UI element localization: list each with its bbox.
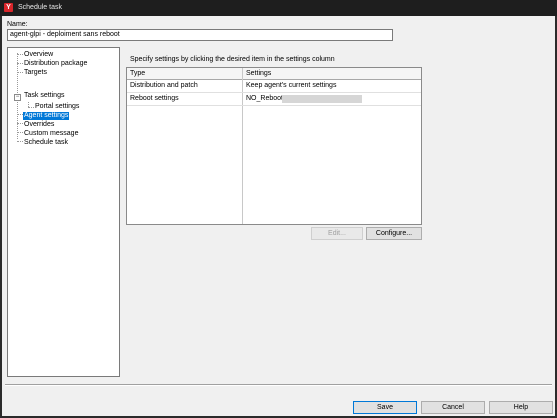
footer-divider [5,384,552,386]
column-header-type[interactable]: Type [130,69,145,78]
tree-item-task-settings[interactable]: Task settings [23,92,65,100]
tree-item-targets[interactable]: Targets [23,69,48,77]
edit-button[interactable]: Edit... [311,227,363,240]
grid-header: Type Settings [127,68,421,80]
save-button[interactable]: Save [353,401,417,414]
dialog-body: Name: agent-glpi - deploiment sans reboo… [2,16,555,416]
column-header-settings[interactable]: Settings [246,69,271,78]
instruction-text: Specify settings by clicking the desired… [130,56,335,63]
table-row[interactable]: Reboot settings NO_Reboot [127,93,421,106]
row-setting-cell[interactable]: Keep agent's current settings [246,82,336,90]
configure-button[interactable]: Configure... [366,227,422,240]
tree-item-portal-settings[interactable]: Portal settings [34,103,80,111]
tree-item-custom-message[interactable]: Custom message [23,130,79,138]
tree-item-agent-settings[interactable]: Agent settings [23,112,70,120]
name-input[interactable]: agent-glpi - deploiment sans reboot [7,29,393,41]
collapse-icon[interactable]: − [14,94,21,101]
app-logo-icon: Y [4,3,13,12]
row-type-cell: Reboot settings [130,95,179,102]
settings-tree: − Overview Distribution package Targets … [7,47,120,377]
title-bar: Y Schedule task [0,0,557,16]
name-label: Name: [7,21,28,28]
settings-grid: Type Settings Distribution and patch Kee… [126,67,422,225]
window-title: Schedule task [18,4,62,11]
help-button[interactable]: Help [489,401,553,414]
tree-item-overview[interactable]: Overview [23,51,54,59]
table-row[interactable]: Distribution and patch Keep agent's curr… [127,80,421,93]
tree-item-schedule-task[interactable]: Schedule task [23,139,69,147]
cancel-button[interactable]: Cancel [421,401,485,414]
tree-item-distribution-package[interactable]: Distribution package [23,60,88,68]
setting-value-dropdown[interactable] [282,95,362,103]
row-type-cell: Distribution and patch [130,82,198,89]
row-setting-cell[interactable]: NO_Reboot [246,95,283,103]
tree-item-overrides[interactable]: Overrides [23,121,55,129]
